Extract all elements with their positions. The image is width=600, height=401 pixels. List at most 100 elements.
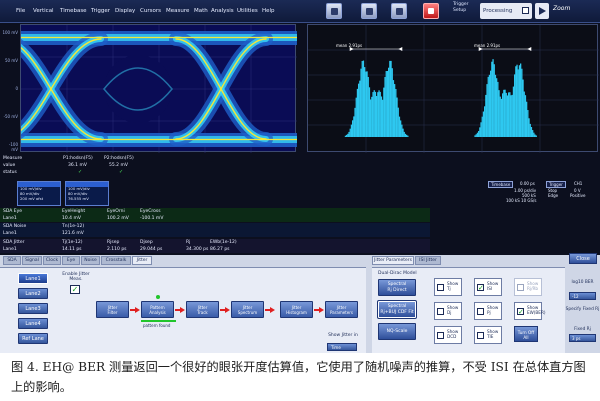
- math-toolbar-icon[interactable]: [391, 3, 407, 19]
- run-button[interactable]: [535, 3, 549, 19]
- sda-cell: 2.110 ps: [107, 247, 127, 252]
- show-checkbox[interactable]: ✓: [517, 308, 524, 316]
- trigger-label[interactable]: Trigger: [546, 181, 566, 188]
- lane-button-lane1[interactable]: Lane1: [18, 273, 48, 284]
- tab-jitter[interactable]: Jitter: [132, 256, 152, 265]
- histogram-bar: [527, 110, 529, 137]
- show-pj-toggle[interactable]: Show Pj: [474, 302, 502, 320]
- show-checkbox[interactable]: [517, 284, 524, 291]
- clear-toolbar-icon[interactable]: [423, 3, 439, 19]
- timebase-row2-c2: Edge: [548, 193, 559, 198]
- menu-measure[interactable]: Measure: [166, 8, 189, 14]
- show-checkbox[interactable]: ✓: [477, 284, 484, 292]
- show-checkbox[interactable]: [437, 332, 444, 339]
- sda-row: SDA Jitter Tj(1e-12) Rjsep Djsep Rj EWb(1e-12…: [0, 239, 430, 246]
- measure-header-p2[interactable]: P2:hodsn(F5): [104, 156, 134, 161]
- pattern-found-label: pattern found: [143, 323, 171, 328]
- trigger-status[interactable]: Trigger Setup: [453, 2, 477, 20]
- dual-dirac-spectral-1[interactable]: Spectral Rj+BUJ CDF Fit: [377, 300, 417, 319]
- show-checkbox[interactable]: [437, 284, 444, 291]
- dual-dirac-spectral-0[interactable]: Spectral Rj Direct: [378, 279, 416, 296]
- show-tie-toggle[interactable]: Show TIE: [474, 326, 502, 344]
- eye-diagram-plot[interactable]: [20, 24, 297, 153]
- tab-isi-jitter[interactable]: ISI Jitter: [415, 256, 441, 265]
- sda-row: Lane1 14.11 ps 2.110 ps 29.044 ps 34.300 ps 8…: [0, 246, 430, 253]
- turn-off-all-button[interactable]: Turn Off All: [514, 326, 538, 342]
- measure-toolbar-icon[interactable]: [326, 3, 342, 19]
- show-ew-ber--toggle[interactable]: ✓ Show EW(BER): [514, 302, 545, 320]
- tab-signal[interactable]: Signal: [22, 256, 42, 265]
- tab-clock[interactable]: Clock: [43, 256, 61, 265]
- measure-table[interactable]: Measure value status P1:hodsn(F5) P2:hod…: [0, 155, 460, 180]
- flow-arrow-icon: [175, 307, 185, 313]
- jitter-setup-panel: Lane1 Lane2 Lane3 Lane4 Ref Lane Enable Jitt…: [0, 267, 366, 353]
- tab-eye[interactable]: Eye: [62, 256, 80, 265]
- measure-status-label: status: [3, 170, 17, 175]
- histogram-bar: [523, 91, 525, 137]
- flow-jitter-histogram[interactable]: Jitter Histogram: [280, 301, 313, 318]
- histogram-bar: [505, 92, 507, 137]
- histogram-bar: [354, 107, 356, 137]
- timebase-label[interactable]: Timebase: [488, 181, 514, 188]
- histogram-bar: [373, 90, 375, 137]
- histogram-bar: [344, 135, 347, 137]
- measure-header-p1[interactable]: P1:hodsn(F5): [63, 156, 93, 161]
- hist-left-annotation: mean 2.91ps: [336, 43, 363, 48]
- flow-jitter-filter[interactable]: Jitter Filter: [96, 301, 129, 318]
- dual-dirac-nq-scale-2[interactable]: NQ-Scale: [378, 323, 416, 340]
- close-button[interactable]: Close: [569, 253, 597, 264]
- menu-analysis[interactable]: Analysis: [211, 8, 234, 14]
- menu-math[interactable]: Math: [194, 8, 208, 14]
- menu-display[interactable]: Display: [115, 8, 135, 14]
- tab-jitter-parameters[interactable]: Jitter Parameters: [372, 256, 414, 265]
- sda-cell: Tn(1e-12): [62, 224, 85, 229]
- lane-button-lane4[interactable]: Lane4: [18, 318, 48, 329]
- menu-timebase[interactable]: Timebase: [60, 8, 87, 14]
- tab-crosstalk[interactable]: Crosstalk: [101, 256, 131, 265]
- ber-input[interactable]: -12: [569, 292, 596, 300]
- flow-jitter-parameters[interactable]: Jitter Parameters: [325, 301, 358, 318]
- show-dcd-toggle[interactable]: Show DCD: [434, 326, 462, 344]
- histogram-bar: [394, 84, 396, 137]
- show-checkbox[interactable]: [477, 332, 484, 339]
- pattern-found-bar: [141, 320, 176, 322]
- enable-jitter-checkbox[interactable]: ✓: [70, 285, 80, 294]
- sda-row-label: Lane1: [3, 216, 17, 221]
- channel-descriptor-2[interactable]: 100 mV/div 80 mV/div 76.555 mV: [65, 181, 109, 206]
- flow-pattern-analysis[interactable]: Pattern Analysis: [141, 301, 174, 318]
- histogram-bar: [532, 130, 534, 137]
- histogram-bar: [496, 78, 498, 137]
- show-dj-toggle[interactable]: Show Dj: [434, 302, 462, 320]
- lane-button-ref-lane[interactable]: Ref Lane: [18, 333, 48, 344]
- menu-file[interactable]: File: [16, 8, 25, 14]
- channel-1-line: 200 mV ofst: [20, 196, 44, 201]
- lane-button-lane3[interactable]: Lane3: [18, 303, 48, 314]
- menu-help[interactable]: Help: [262, 8, 275, 14]
- processing-checkbox[interactable]: [522, 7, 529, 14]
- tab-sda[interactable]: SDA: [3, 256, 21, 265]
- processing-toggle[interactable]: Processing: [480, 3, 532, 19]
- zoom-toolbar-icon[interactable]: [361, 3, 377, 19]
- menu-vertical[interactable]: Vertical: [33, 8, 54, 14]
- show-checkbox[interactable]: [437, 308, 444, 315]
- lane-button-lane2[interactable]: Lane2: [18, 288, 48, 299]
- show-isi-toggle[interactable]: ✓ Show ISI: [474, 278, 502, 296]
- histogram-bar: [520, 63, 522, 137]
- timebase-trigger-panel[interactable]: Timebase 0.00 ps Trigger CH1 1.00 ps/div…: [488, 181, 598, 203]
- tab-noise[interactable]: Noise: [81, 256, 100, 265]
- sda-cell: Djsep: [140, 240, 153, 245]
- show-rj-rb-toggle[interactable]: Show Rj/Rb: [514, 278, 542, 296]
- menu-cursors[interactable]: Cursors: [140, 8, 161, 14]
- sda-cell: Tj(1e-12): [62, 240, 83, 245]
- enable-jitter-label: Enable Jitter Meas.: [62, 272, 90, 282]
- fixed-rj-input[interactable]: 3 ps: [569, 334, 596, 342]
- menu-utilities[interactable]: Utilities: [237, 8, 258, 14]
- menu-trigger[interactable]: Trigger: [91, 8, 110, 14]
- flow-jitter-spectrum[interactable]: Jitter Spectrum: [231, 301, 264, 318]
- flow-jitter-track[interactable]: Jitter Track: [186, 301, 219, 318]
- jitter-histogram-plot[interactable]: mean 2.91ps mean 2.91ps: [307, 24, 599, 153]
- show-jitter-in-select[interactable]: Time: [327, 343, 357, 351]
- channel-descriptor-1[interactable]: 100 mV/div 80 mV/div 200 mV ofst: [17, 181, 61, 206]
- show-tj-toggle[interactable]: Show Tj: [434, 278, 462, 296]
- show-checkbox[interactable]: [477, 308, 484, 315]
